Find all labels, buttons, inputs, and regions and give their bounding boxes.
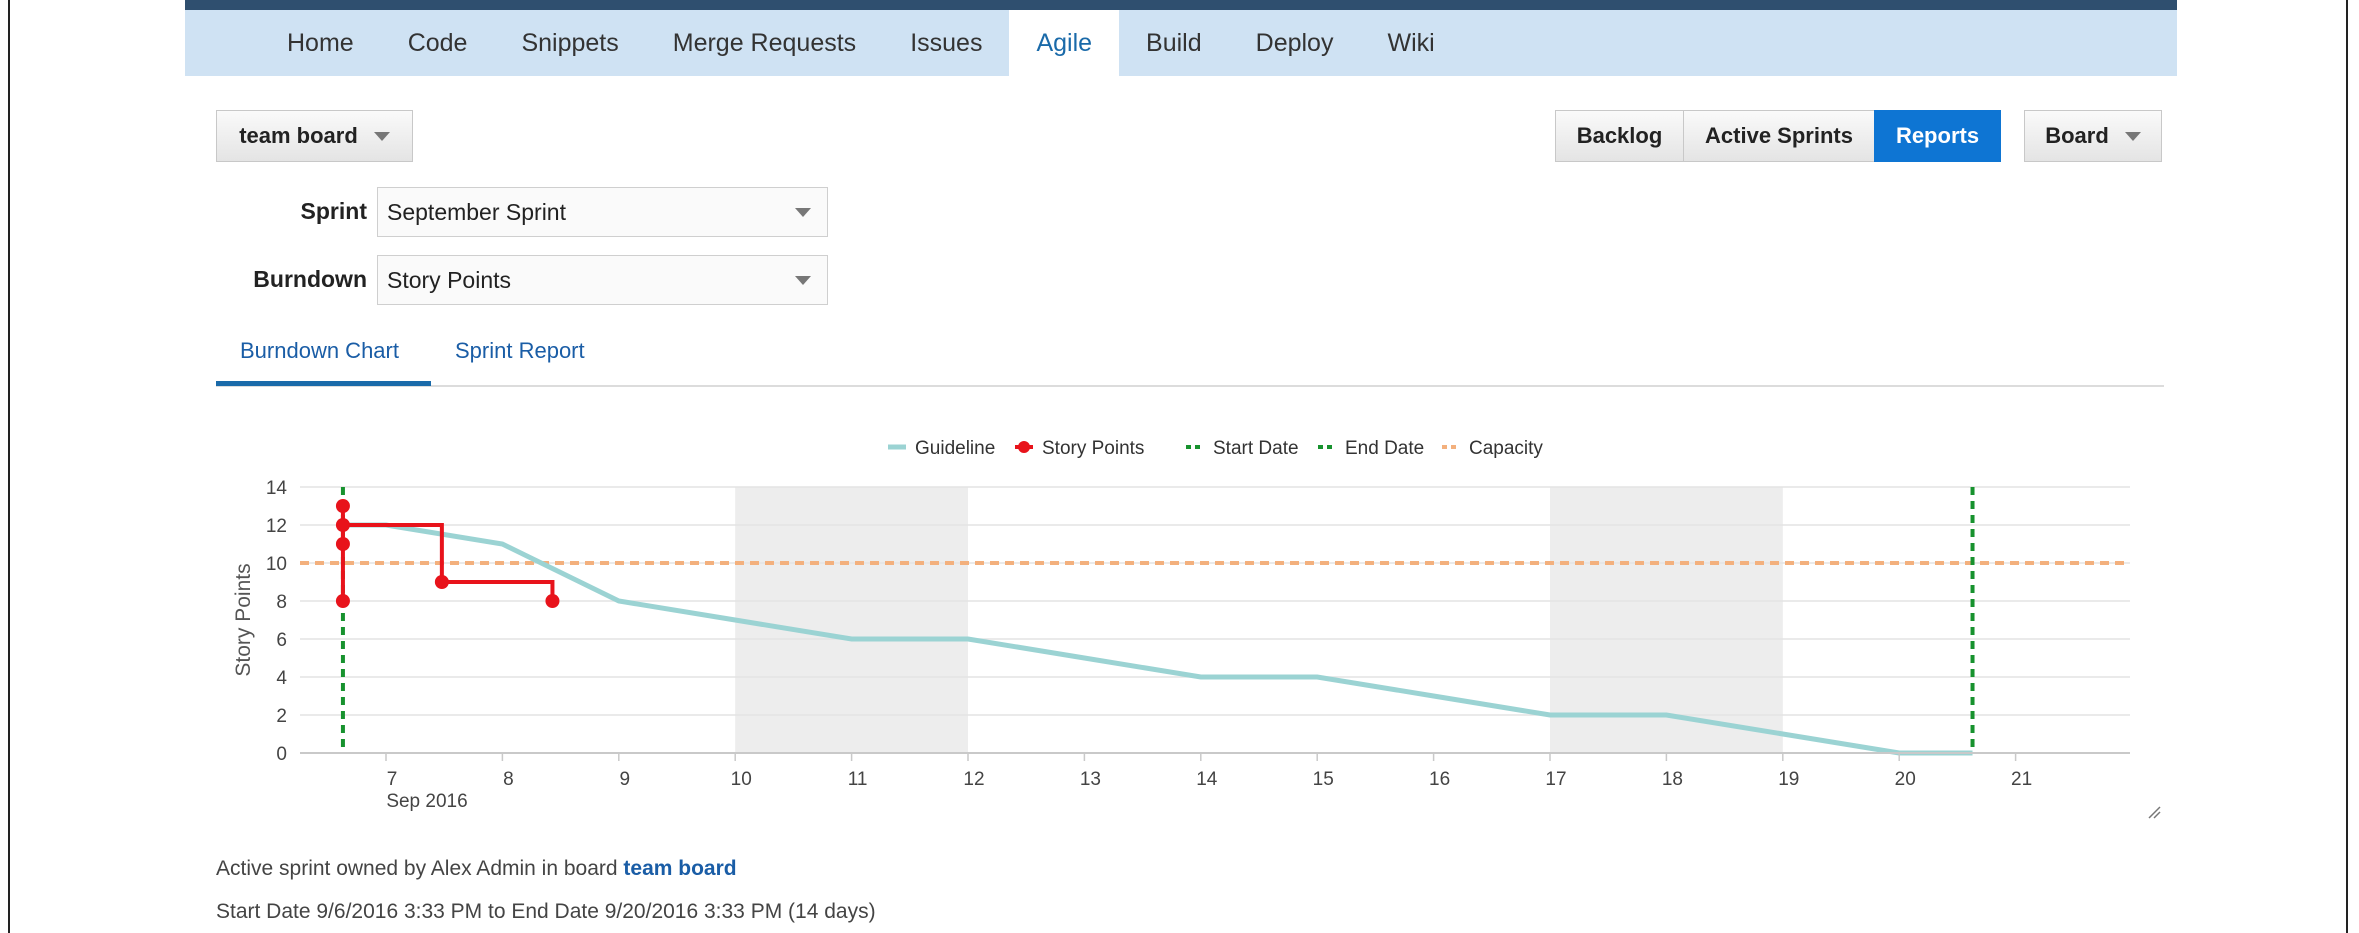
sprint-dates-text: Start Date 9/6/2016 3:33 PM to End Date … (216, 900, 876, 923)
sprint-label: Sprint (300, 198, 367, 224)
tab-burndown-chart[interactable]: Burndown Chart (240, 338, 399, 364)
x-tick-label: 14 (1196, 769, 1218, 790)
resize-grip-icon[interactable] (2147, 805, 2161, 819)
guideline-series (342, 522, 1973, 756)
story-points-marker (434, 575, 449, 589)
nav-item-wiki[interactable]: Wiki (1360, 10, 1461, 76)
board-menu-button[interactable]: Board (2024, 110, 2162, 162)
sprint-owner-label: Active sprint owned by Alex Admin in boa… (216, 857, 618, 880)
legend-label: End Date (1345, 438, 1424, 459)
nav-item-merge-requests[interactable]: Merge Requests (646, 10, 883, 76)
chevron-down-icon (795, 208, 811, 217)
x-tick-label: 8 (503, 769, 514, 790)
sprint-owner-text: Active sprint owned by Alex Admin in boa… (216, 857, 737, 881)
nav-item-deploy[interactable]: Deploy (1229, 10, 1361, 76)
sprint-select[interactable]: September Sprint (377, 187, 828, 237)
y-tick-label: 4 (276, 668, 287, 689)
sprint-select-value: September Sprint (387, 198, 566, 225)
y-tick-label: 6 (276, 630, 287, 651)
x-tick-label: 16 (1429, 769, 1450, 790)
y-tick-label: 10 (266, 554, 287, 575)
nav-item-home[interactable]: Home (260, 10, 381, 76)
chevron-down-icon (373, 131, 390, 141)
story-points-marker (335, 594, 350, 608)
y-tick-label: 8 (276, 592, 287, 613)
active-sprints-button[interactable]: Active Sprints (1683, 110, 1875, 162)
story-points-series (340, 506, 555, 601)
tab-sprint-report[interactable]: Sprint Report (455, 338, 585, 364)
tabs-divider (216, 385, 2164, 387)
board-selector-label: team board (239, 123, 358, 148)
burndown-select-value: Story Points (387, 266, 511, 293)
y-axis-title: Story Points (232, 563, 255, 676)
story-points-marker (335, 518, 350, 532)
active-sprints-label: Active Sprints (1705, 123, 1853, 148)
legend-label: Start Date (1213, 438, 1299, 459)
nav-item-code[interactable]: Code (381, 10, 495, 76)
board-selector-button[interactable]: team board (216, 110, 413, 162)
x-tick-label: 13 (1080, 769, 1101, 790)
legend-label: Guideline (915, 438, 995, 459)
window-border-right (2346, 0, 2348, 933)
legend-label: Story Points (1042, 438, 1144, 459)
story-points-marker (545, 594, 560, 608)
x-tick-label: 21 (2011, 769, 2032, 790)
x-tick-label: 9 (620, 769, 631, 790)
legend-label: Capacity (1469, 438, 1543, 459)
x-tick-label: 7 (387, 769, 398, 790)
x-tick-label: 20 (1895, 769, 1916, 790)
backlog-button[interactable]: Backlog (1555, 110, 1684, 162)
story-points-marker (335, 499, 350, 513)
burndown-label: Burndown (253, 266, 367, 292)
burndown-select[interactable]: Story Points (377, 255, 828, 305)
y-tick-label: 12 (266, 516, 287, 537)
window-border-top (185, 0, 2177, 10)
x-tick-label: 18 (1662, 769, 1683, 790)
x-tick-label: 10 (731, 769, 752, 790)
x-tick-label: 17 (1545, 769, 1566, 790)
chevron-down-icon (795, 276, 811, 285)
weekend-band (1550, 487, 1783, 753)
top-navigation: Home Code Snippets Merge Requests Issues Agil… (185, 10, 2177, 76)
chevron-down-icon (2124, 131, 2141, 141)
backlog-label: Backlog (1576, 123, 1663, 148)
nav-item-issues[interactable]: Issues (883, 10, 1009, 76)
reports-button[interactable]: Reports (1874, 110, 2001, 162)
x-tick-label: 11 (848, 769, 868, 790)
x-tick-label: 15 (1313, 769, 1334, 790)
nav-item-agile[interactable]: Agile (1009, 10, 1120, 76)
y-tick-label: 2 (276, 706, 287, 727)
x-tick-label: 19 (1778, 769, 1799, 790)
board-menu-label: Board (2045, 123, 2109, 148)
team-board-link[interactable]: team board (623, 857, 736, 880)
window-border-left (8, 0, 10, 933)
y-tick-label: 0 (276, 744, 287, 765)
reports-label: Reports (1895, 123, 1980, 148)
nav-item-snippets[interactable]: Snippets (494, 10, 645, 76)
y-tick-label: 14 (266, 478, 288, 499)
weekend-band (735, 487, 968, 753)
x-tick-label: 12 (963, 769, 984, 790)
x-axis-sublabel: Sep 2016 (386, 791, 467, 812)
legend-swatch-marker (1018, 441, 1030, 453)
nav-item-build[interactable]: Build (1119, 10, 1229, 76)
active-tab-indicator (216, 381, 431, 386)
story-points-marker (335, 537, 350, 551)
